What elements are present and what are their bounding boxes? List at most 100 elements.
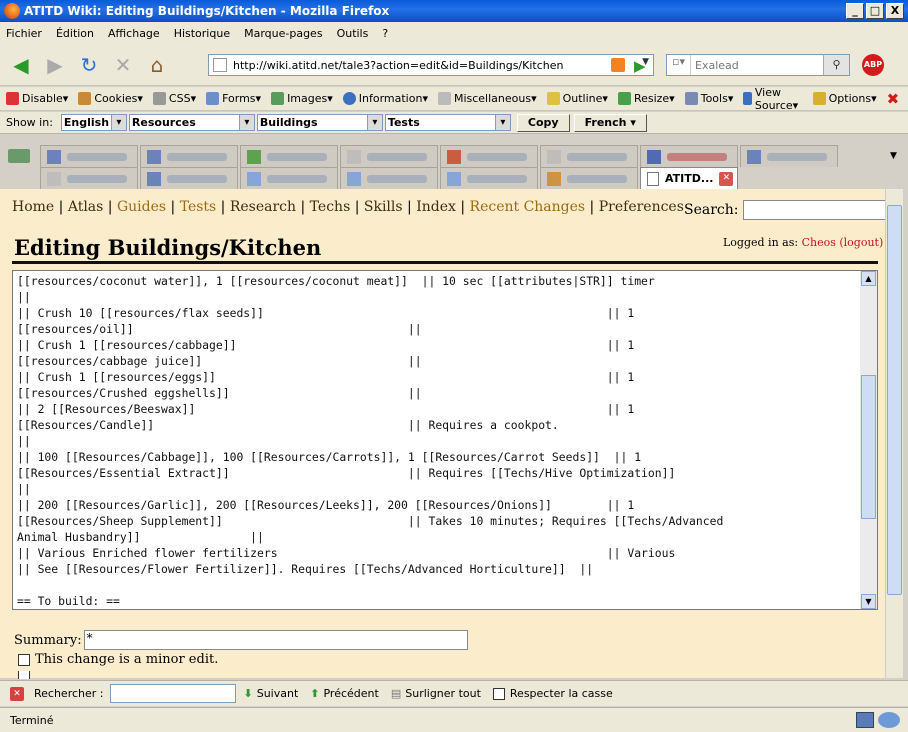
language-select[interactable]: English [60, 114, 127, 131]
tab-blurred-label [467, 152, 527, 161]
tab-blurred[interactable] [540, 145, 638, 167]
dev-miscellaneous-menu[interactable]: Miscellaneous▾ [437, 92, 537, 105]
find-next-button[interactable]: ⬇ Suivant [244, 687, 299, 700]
menu-outils[interactable]: Outils [337, 27, 369, 40]
close-findbar-icon[interactable]: ✕ [10, 686, 24, 701]
firefox-icon [4, 3, 20, 19]
adblock-icon[interactable]: ABP [862, 54, 884, 76]
page-scroll-thumb[interactable] [887, 205, 902, 595]
close-toolbar-icon[interactable]: ✖ [887, 90, 900, 108]
menu-fichier[interactable]: Fichier [6, 27, 42, 40]
nav-link-research[interactable]: Research [230, 199, 296, 215]
nav-separator: | [103, 199, 117, 215]
reload-icon[interactable]: ↻ [74, 50, 104, 80]
tab-blurred[interactable] [340, 167, 438, 189]
scroll-down-icon[interactable]: ▼ [861, 594, 876, 609]
user-link[interactable]: Cheos [802, 236, 836, 249]
tab-blurred[interactable] [40, 145, 138, 167]
match-case-option[interactable]: Respecter la casse [492, 687, 613, 700]
stop-icon[interactable]: ✕ [108, 50, 138, 80]
tab-blurred[interactable] [140, 167, 238, 189]
menu-edition[interactable]: Édition [56, 27, 94, 40]
tab-blurred[interactable] [340, 145, 438, 167]
editor-scrollbar[interactable]: ▲ ▼ [860, 271, 877, 609]
minor-edit-checkbox[interactable] [18, 653, 30, 666]
dev-cookies-menu[interactable]: Cookies▾ [78, 92, 143, 105]
nav-link-skills[interactable]: Skills [364, 199, 403, 215]
find-input[interactable] [109, 684, 236, 703]
images-icon [271, 92, 285, 105]
tab-blurred[interactable] [740, 145, 838, 167]
search-icon[interactable]: ⚲ [823, 55, 849, 75]
match-case-checkbox[interactable] [492, 687, 505, 700]
tab-blurred[interactable] [40, 167, 138, 189]
menu-affichage[interactable]: Affichage [108, 27, 160, 40]
nav-link-preferences[interactable]: Preferences [599, 199, 684, 215]
tab-blurred[interactable] [640, 145, 738, 167]
tab-blurred[interactable] [240, 167, 338, 189]
close-button[interactable]: X [886, 3, 904, 19]
rss-feed-icon[interactable] [611, 58, 625, 72]
french-button[interactable]: French ▾ [573, 113, 647, 132]
page-info-icon[interactable] [856, 712, 874, 728]
tab-blurred[interactable] [240, 145, 338, 167]
tab-blurred[interactable] [440, 145, 538, 167]
dev-forms-menu[interactable]: Forms▾ [206, 92, 261, 105]
editor-scroll-thumb[interactable] [861, 375, 876, 519]
copy-button[interactable]: Copy [516, 113, 570, 132]
dev-view-source-menu[interactable]: View Source▾ [743, 86, 802, 112]
find-previous-button[interactable]: ⬆ Précédent [310, 687, 379, 700]
show-in-label: Show in: [6, 116, 53, 129]
menu-marque-pages[interactable]: Marque-pages [244, 27, 322, 40]
category-select-3[interactable]: Tests [384, 114, 511, 131]
network-icon[interactable] [878, 712, 900, 728]
tab-blurred[interactable] [140, 145, 238, 167]
category-select-1[interactable]: Resources [128, 114, 255, 131]
site-search-input[interactable] [742, 200, 887, 220]
page-scrollbar[interactable] [885, 189, 903, 678]
minimize-button[interactable]: _ [846, 3, 864, 19]
wiki-edit-textarea[interactable]: [[resources/coconut water]], 1 [[resourc… [12, 270, 878, 610]
scroll-up-icon[interactable]: ▲ [861, 271, 876, 286]
forward-arrow-icon[interactable]: ▶ [40, 50, 70, 80]
nav-link-techs[interactable]: Techs [310, 199, 351, 215]
new-tab-icon[interactable] [8, 149, 30, 163]
partial-checkbox[interactable] [18, 671, 30, 679]
nav-link-guides[interactable]: Guides [117, 199, 166, 215]
close-tab-icon[interactable]: ✕ [719, 171, 734, 186]
dev-tools-menu[interactable]: Tools▾ [684, 92, 733, 105]
web-developer-toolbar: Disable▾ Cookies▾ CSS▾ Forms▾ Images▾ In… [0, 86, 908, 112]
dev-outline-menu[interactable]: Outline▾ [546, 92, 608, 105]
nav-link-atlas[interactable]: Atlas [68, 199, 104, 215]
search-placeholder: Exalead [695, 58, 739, 72]
go-arrow-icon[interactable]: ▶ [634, 57, 646, 75]
highlight-all-button[interactable]: ▤ Surligner tout [391, 687, 481, 700]
tab-blurred-label [167, 174, 227, 183]
nav-link-recent-changes[interactable]: Recent Changes [470, 199, 586, 215]
tab-list-icon[interactable]: ▼ [890, 151, 897, 161]
dev-information-menu[interactable]: Information▾ [342, 92, 428, 105]
dev-resize-menu[interactable]: Resize▾ [617, 92, 675, 105]
nav-link-home[interactable]: Home [12, 199, 54, 215]
dev-css-menu[interactable]: CSS▾ [152, 92, 196, 105]
home-icon[interactable]: ⌂ [142, 50, 172, 80]
maximize-button[interactable]: □ [866, 3, 884, 19]
tab-active[interactable]: ATITD... ✕ [640, 167, 738, 189]
tab-blurred[interactable] [440, 167, 538, 189]
dev-images-menu[interactable]: Images▾ [271, 92, 333, 105]
url-bar[interactable]: http://wiki.atitd.net/tale3?action=edit&… [208, 54, 654, 76]
nav-link-index[interactable]: Index [416, 199, 456, 215]
category-select-2[interactable]: Buildings [256, 114, 383, 131]
menu-help[interactable]: ? [382, 27, 388, 40]
search-engine-icon[interactable]: ▫▾ [667, 55, 691, 75]
web-search-box[interactable]: ▫▾ Exalead ⚲ [666, 54, 850, 76]
logout-link[interactable]: (logout) [839, 236, 883, 249]
menu-historique[interactable]: Historique [174, 27, 230, 40]
dev-options-menu[interactable]: Options▾ [812, 92, 877, 105]
nav-link-tests[interactable]: Tests [180, 199, 217, 215]
back-arrow-icon[interactable]: ◀ [6, 50, 36, 80]
summary-input[interactable]: * [83, 630, 468, 650]
status-text: Terminé [10, 713, 54, 727]
tab-blurred[interactable] [540, 167, 638, 189]
dev-disable-menu[interactable]: Disable▾ [6, 92, 68, 105]
